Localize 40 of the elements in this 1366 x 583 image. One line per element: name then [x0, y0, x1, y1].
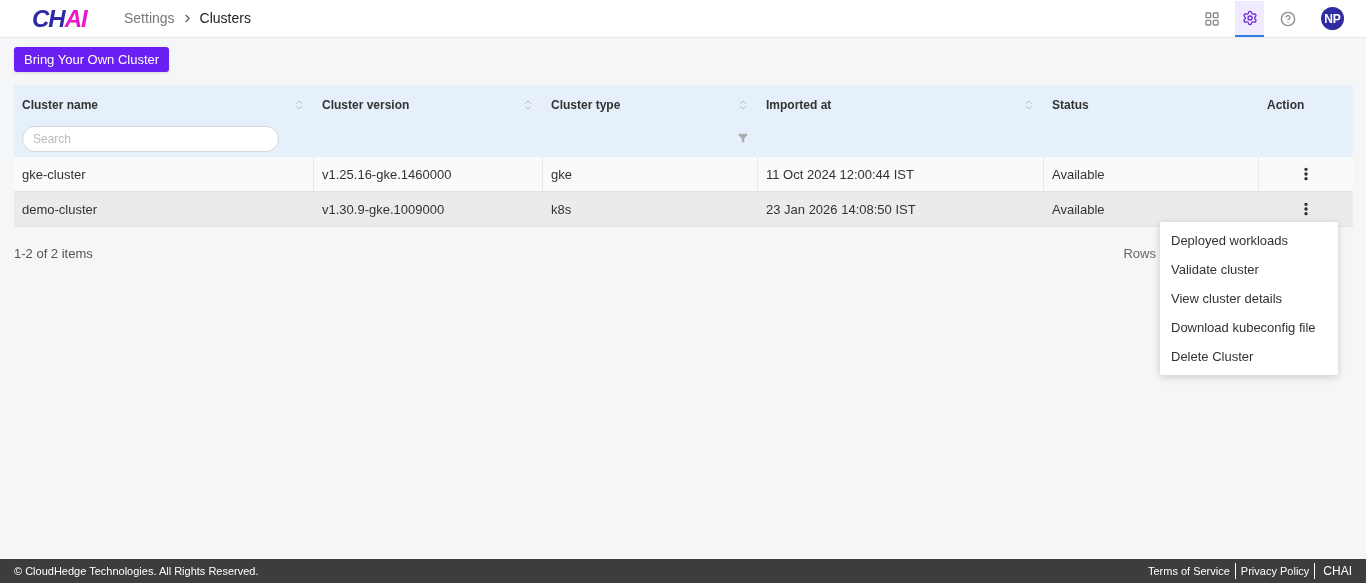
apps-icon — [1203, 10, 1220, 27]
settings-button[interactable] — [1235, 0, 1264, 37]
table-cell-text: gke-cluster — [22, 165, 86, 184]
table-cell-text: Available — [1052, 165, 1105, 184]
menu-item[interactable]: Download kubeconfig file — [1160, 313, 1338, 342]
breadcrumb-item: Clusters — [199, 9, 251, 28]
bring-your-own-cluster-button[interactable]: Bring Your Own Cluster — [14, 47, 170, 73]
breadcrumb-item[interactable]: Settings — [124, 8, 175, 29]
menu-item[interactable]: View cluster details — [1160, 284, 1338, 313]
search-field[interactable]: Search — [22, 126, 279, 153]
copyright-text: © CloudHedge Technologies. All Rights Reserved. — [14, 563, 259, 579]
table-cell-text: v1.30.9-gke.1009000 — [322, 200, 445, 219]
column-header: Cluster name — [22, 97, 99, 115]
column-header: Status — [1052, 97, 1089, 115]
column-header: Action — [1267, 97, 1305, 115]
menu-item[interactable]: Delete Cluster — [1160, 342, 1338, 371]
table-row[interactable]: gke-cluster v1.25.16-gke.1460000 gke 11 Oct 2024 12:00:44 IST Available — [14, 157, 1353, 193]
help-icon — [1279, 10, 1296, 27]
menu-item[interactable]: Deployed workloads — [1160, 226, 1338, 255]
column-header: Imported at — [766, 97, 832, 115]
table-cell-text: v1.25.16-gke.1460000 — [322, 165, 452, 184]
user-avatar[interactable]: NP — [1321, 7, 1344, 30]
table-cell-text: gke — [551, 165, 572, 184]
footer-link[interactable]: Privacy Policy — [1235, 562, 1316, 580]
table-row[interactable]: demo-cluster v1.30.9-gke.1009000 k8s 23 Jan 2026 14:08:50 IST Available — [14, 192, 1353, 228]
logo[interactable]: CHAI — [32, 0, 124, 37]
table-cell-text: 11 Oct 2024 12:00:44 IST — [766, 165, 914, 184]
table-cell-text: demo-cluster — [22, 200, 98, 219]
table-cell-text: 23 Jan 2026 14:08:50 IST — [766, 200, 916, 219]
table-cell-text: Available — [1052, 200, 1105, 219]
settings-icon — [1241, 9, 1258, 26]
menu-item[interactable]: Validate cluster — [1160, 255, 1338, 284]
footer-link[interactable]: CHAI — [1315, 562, 1352, 580]
pagination-summary: 1-2 of 2 items — [14, 245, 93, 264]
table-cell-text: k8s — [551, 200, 572, 219]
filter-icon[interactable] — [738, 133, 748, 144]
column-header: Cluster version — [322, 97, 410, 115]
rows-per-page-label: Rows — [1123, 245, 1156, 264]
footer-link[interactable]: Terms of Service — [1142, 562, 1236, 580]
column-header: Cluster type — [551, 97, 621, 115]
